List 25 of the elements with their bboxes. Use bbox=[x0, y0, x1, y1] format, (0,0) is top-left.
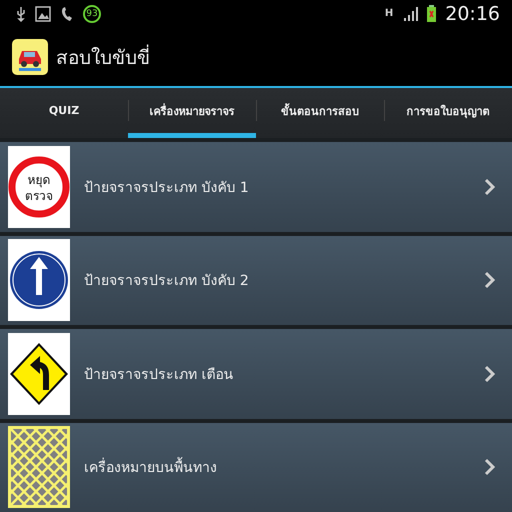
list-item[interactable]: ป้ายจราจรประเภท เตือน bbox=[0, 329, 512, 418]
battery-level-badge: 93 bbox=[83, 4, 101, 22]
usb-icon bbox=[16, 6, 26, 22]
list-item[interactable]: เครื่องหมายบนพื้นทาง bbox=[0, 422, 512, 512]
battery-icon bbox=[427, 5, 436, 22]
chevron-right-icon bbox=[484, 178, 496, 196]
app-title: สอบใบขับขี่ bbox=[56, 44, 150, 70]
signal-icon bbox=[402, 6, 418, 22]
chevron-right-icon bbox=[484, 271, 496, 290]
clock: 20:16 bbox=[445, 2, 500, 24]
list-item[interactable]: ป้ายจราจรประเภท บังคับ 2 bbox=[0, 236, 512, 325]
ahead-arrow-sign-icon bbox=[8, 239, 70, 322]
chevron-right-icon bbox=[484, 364, 496, 383]
image-icon bbox=[35, 6, 51, 22]
stop-sign-icon: หยุด ตรวจ bbox=[8, 146, 70, 228]
tab[interactable]: QUIZ bbox=[0, 88, 128, 138]
list-item[interactable]: หยุด ตรวจ ป้ายจราจรประเภท บังคับ 1 bbox=[0, 142, 512, 232]
curve-warning-sign-icon bbox=[8, 332, 70, 415]
tab[interactable]: การขอใบอนุญาต bbox=[384, 88, 512, 138]
chevron-right-icon bbox=[484, 458, 496, 476]
app-car-icon bbox=[12, 38, 48, 74]
road-marking-icon bbox=[8, 426, 70, 508]
phone-icon bbox=[60, 6, 74, 22]
tab[interactable]: ขั้นตอนการสอบ bbox=[256, 88, 384, 138]
network-type: H bbox=[384, 8, 394, 19]
